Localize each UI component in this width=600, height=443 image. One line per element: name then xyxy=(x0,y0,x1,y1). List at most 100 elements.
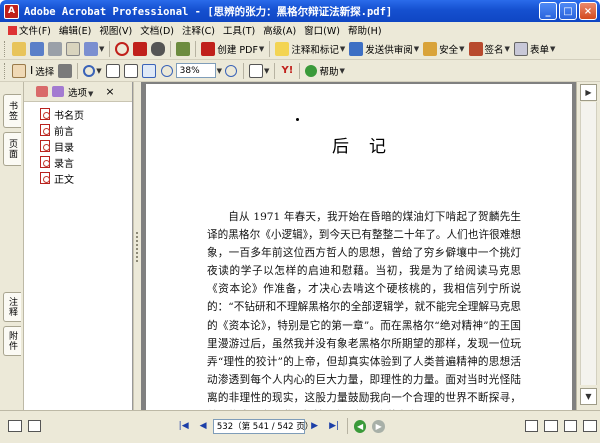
form-icon xyxy=(513,41,528,56)
save-button[interactable] xyxy=(29,40,45,58)
zoom-dropdown-icon[interactable]: ▼ xyxy=(217,67,222,75)
single-page-layout-icon[interactable] xyxy=(524,420,539,432)
menu-tools[interactable]: 工具(T) xyxy=(219,23,259,37)
minimize-button[interactable]: _ xyxy=(539,2,557,20)
actual-size-button[interactable] xyxy=(105,62,121,80)
folder-icon xyxy=(12,41,26,56)
menu-bar: 文件(F) 编辑(E) 视图(V) 文档(D) 注释(C) 工具(T) 高级(A… xyxy=(0,22,600,38)
fit-width-button[interactable] xyxy=(141,62,157,80)
scroll-down-button[interactable]: ▼ xyxy=(580,388,597,405)
fit-page-icon xyxy=(123,63,138,78)
bookmark-item[interactable]: 录言 xyxy=(24,154,132,170)
hand-tool-button[interactable] xyxy=(11,62,27,80)
zoom-in-button[interactable] xyxy=(223,62,239,80)
page-speck xyxy=(296,118,299,121)
menu-advanced[interactable]: 高级(A) xyxy=(259,23,300,37)
scroll-track[interactable] xyxy=(580,102,597,385)
tab-pages[interactable]: 页面 xyxy=(3,132,21,166)
secure-button[interactable]: 安全 ▼ xyxy=(422,40,465,58)
new-bookmark-icon[interactable] xyxy=(52,86,64,97)
chevron-down-icon: ▼ xyxy=(339,44,346,53)
delete-bookmark-icon[interactable] xyxy=(36,86,48,97)
rotate-button[interactable]: ▼ xyxy=(248,62,270,80)
delete-pages-button[interactable] xyxy=(114,40,130,58)
open-button[interactable] xyxy=(11,40,27,58)
navigation-tabs: 书签 页面 注释 附件 xyxy=(0,82,24,410)
pdf-bookmark-icon xyxy=(40,108,50,120)
go-back-button[interactable]: ◀ xyxy=(353,419,367,433)
print-button[interactable] xyxy=(47,40,63,58)
bookmarks-panel: 选项▼ × 书名页 前言 目录 录言 正文 xyxy=(24,82,133,410)
tab-comments[interactable]: 注释 xyxy=(3,292,21,322)
bookmark-item[interactable]: 前言 xyxy=(24,122,132,138)
chevron-down-icon: ▼ xyxy=(99,44,105,53)
menu-view[interactable]: 视图(V) xyxy=(95,23,136,37)
previous-page-button[interactable]: ◀ xyxy=(195,419,210,434)
forms-button[interactable]: 表单 ▼ xyxy=(513,40,556,58)
fit-width-icon xyxy=(141,63,156,78)
menu-help[interactable]: 帮助(H) xyxy=(344,23,386,37)
pen-icon xyxy=(468,41,483,56)
first-page-button[interactable]: |◀ xyxy=(176,419,191,434)
snapshot-button[interactable] xyxy=(57,62,73,80)
send-review-button[interactable]: 发送供审阅 ▼ xyxy=(348,40,420,58)
options-menu[interactable]: 选项▼ xyxy=(68,85,93,99)
bookmarks-panel-header: 选项▼ × xyxy=(24,82,132,102)
maximize-button[interactable]: □ xyxy=(559,2,577,20)
bookmark-item[interactable]: 书名页 xyxy=(24,106,132,122)
toolbar-grip[interactable] xyxy=(4,62,7,79)
chevron-down-icon: ▼ xyxy=(339,66,345,75)
continuous-facing-layout-icon[interactable] xyxy=(583,420,597,432)
page-number-field[interactable]: 532（第 541 / 542 页） xyxy=(212,418,313,434)
toolbar-grip[interactable] xyxy=(4,40,7,57)
bookmark-item[interactable]: 目录 xyxy=(24,138,132,154)
rotate-page-icon xyxy=(249,63,264,78)
yahoo-button[interactable]: Y! xyxy=(279,62,295,80)
attach-button[interactable]: ▼ xyxy=(83,40,105,58)
panel-splitter[interactable] xyxy=(133,82,141,410)
comment-markup-button[interactable]: 注释和标记 ▼ xyxy=(274,40,346,58)
pdf-icon xyxy=(201,41,216,56)
select-tool-button[interactable]: I 选择 xyxy=(29,62,55,80)
vertical-scrollbar[interactable]: ▶ ▼ xyxy=(576,82,600,410)
email-icon xyxy=(66,41,80,56)
delete-circle-icon xyxy=(115,41,130,56)
bookmark-item[interactable]: 正文 xyxy=(24,170,132,186)
email-button[interactable] xyxy=(65,40,81,58)
paperclip-icon xyxy=(84,41,98,56)
tab-bookmarks[interactable]: 书签 xyxy=(3,94,21,128)
panel-toggle-arrow[interactable]: ▶ xyxy=(580,84,597,101)
yahoo-icon: Y! xyxy=(281,65,294,76)
fit-page-button[interactable] xyxy=(123,62,139,80)
next-page-button[interactable]: ▶ xyxy=(307,419,322,434)
binoculars-icon xyxy=(151,41,166,56)
sign-button[interactable]: 签名 ▼ xyxy=(468,40,511,58)
create-pdf-button[interactable]: 创建 PDF ▼ xyxy=(200,40,265,58)
menu-window[interactable]: 窗口(W) xyxy=(300,23,344,37)
acrobat-app-icon[interactable]: A xyxy=(4,3,19,19)
text-cursor-icon: I xyxy=(30,64,34,77)
menu-edit[interactable]: 编辑(E) xyxy=(55,23,95,37)
single-page-icon[interactable] xyxy=(8,420,22,432)
go-forward-button[interactable]: ▶ xyxy=(372,419,385,433)
continuous-layout-icon[interactable] xyxy=(544,420,558,432)
find-button[interactable] xyxy=(150,40,166,58)
facing-layout-icon[interactable] xyxy=(563,420,578,432)
scan-icon xyxy=(133,41,148,56)
continuous-page-icon[interactable] xyxy=(27,420,42,432)
menu-comments[interactable]: 注释(C) xyxy=(178,23,219,37)
document-viewport[interactable]: 后记 自从 1971 年春天，我开始在昏暗的煤油灯下啃起了贺麟先生译的黑格尔《小… xyxy=(141,82,576,410)
close-button[interactable]: × xyxy=(579,2,597,20)
organizer-button[interactable] xyxy=(175,40,191,58)
menu-document[interactable]: 文档(D) xyxy=(136,23,178,37)
zoom-tool-button[interactable]: ▼ xyxy=(82,62,102,80)
help-button[interactable]: 帮助 ▼ xyxy=(304,62,345,80)
menu-file[interactable]: 文件(F) xyxy=(4,23,55,37)
last-page-button[interactable]: ▶| xyxy=(326,419,341,434)
zoom-out-button[interactable] xyxy=(159,62,175,80)
chevron-down-icon: ▼ xyxy=(258,44,265,53)
tab-attachments[interactable]: 附件 xyxy=(3,326,21,356)
zoom-input[interactable]: 38% xyxy=(175,63,216,78)
close-panel-button[interactable]: × xyxy=(105,85,114,98)
scan-button[interactable] xyxy=(132,40,148,58)
